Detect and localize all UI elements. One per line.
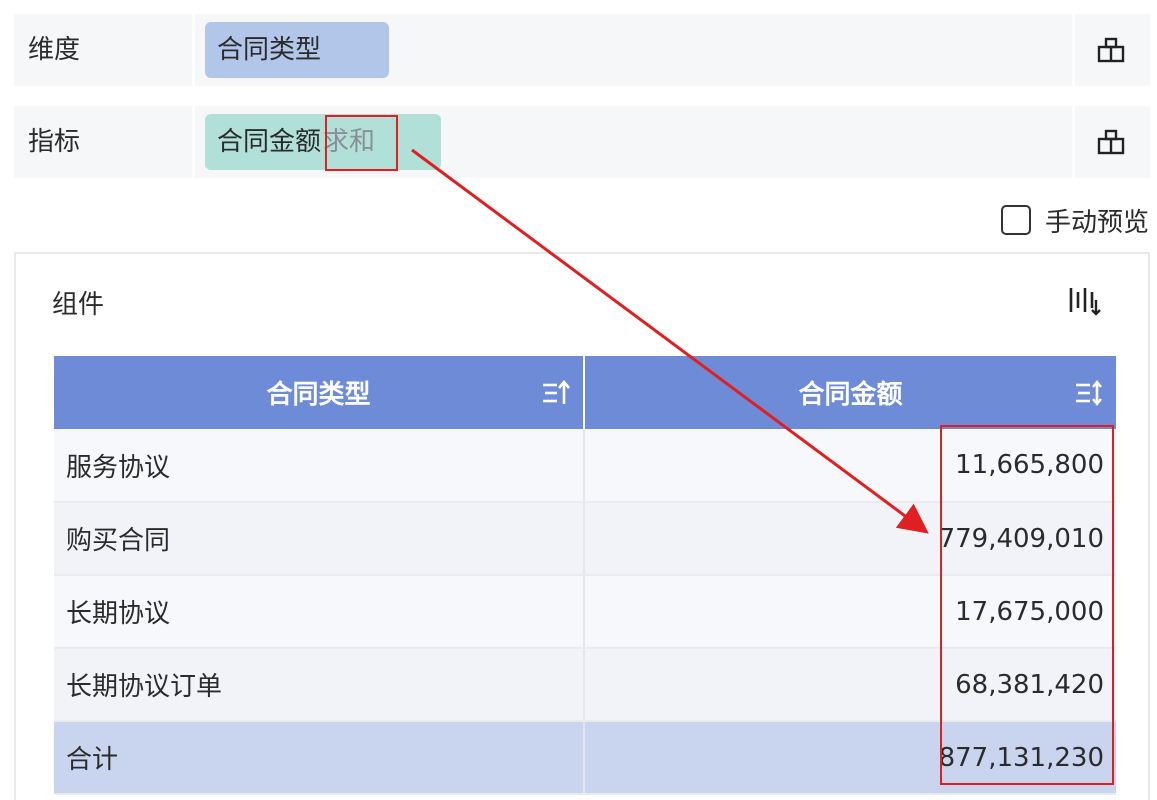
indicator-label: 指标 bbox=[28, 127, 81, 157]
location-frame-icon[interactable] bbox=[1096, 127, 1126, 157]
table-header-row: 合同类型 合同金额 bbox=[54, 356, 1116, 429]
total-label: 合计 bbox=[54, 721, 585, 795]
manual-preview-toggle[interactable]: 手动预览 bbox=[1000, 202, 1149, 238]
manual-preview-label: 手动预览 bbox=[1044, 207, 1149, 238]
column-header-label: 合同金额 bbox=[798, 380, 903, 410]
aggregation-highlight-box bbox=[325, 115, 398, 171]
panel-title: 组件 bbox=[52, 290, 105, 320]
manual-preview-checkbox[interactable] bbox=[1000, 205, 1031, 235]
dimension-label: 维度 bbox=[28, 35, 81, 65]
dimension-row: 维度 合同类型 bbox=[14, 14, 1150, 86]
column-header-contract-amount[interactable]: 合同金额 bbox=[584, 356, 1116, 429]
column-header-contract-type[interactable]: 合同类型 bbox=[54, 356, 585, 429]
dimension-field-pill[interactable]: 合同类型 bbox=[205, 22, 389, 78]
divider bbox=[192, 14, 195, 86]
cell-contract-type: 长期协议 bbox=[54, 575, 585, 649]
divider bbox=[1072, 106, 1075, 178]
chart-type-switch-icon[interactable] bbox=[1068, 284, 1102, 316]
cell-contract-type: 服务协议 bbox=[54, 429, 585, 503]
sort-toggle-icon[interactable] bbox=[1074, 378, 1104, 408]
cell-contract-type: 购买合同 bbox=[54, 502, 585, 576]
divider bbox=[192, 106, 195, 178]
sort-ascending-icon[interactable] bbox=[541, 378, 571, 408]
indicator-row: 指标 合同金额求和 bbox=[14, 106, 1150, 178]
location-frame-icon[interactable] bbox=[1096, 35, 1126, 65]
column-header-label: 合同类型 bbox=[266, 380, 371, 410]
cell-contract-type: 长期协议订单 bbox=[54, 648, 585, 722]
indicator-field-label: 合同金额 bbox=[217, 127, 322, 157]
divider bbox=[1072, 14, 1075, 86]
dimension-field-label: 合同类型 bbox=[217, 35, 322, 65]
amount-column-highlight-box bbox=[940, 425, 1114, 785]
indicator-field-pill[interactable]: 合同金额求和 bbox=[205, 114, 441, 170]
